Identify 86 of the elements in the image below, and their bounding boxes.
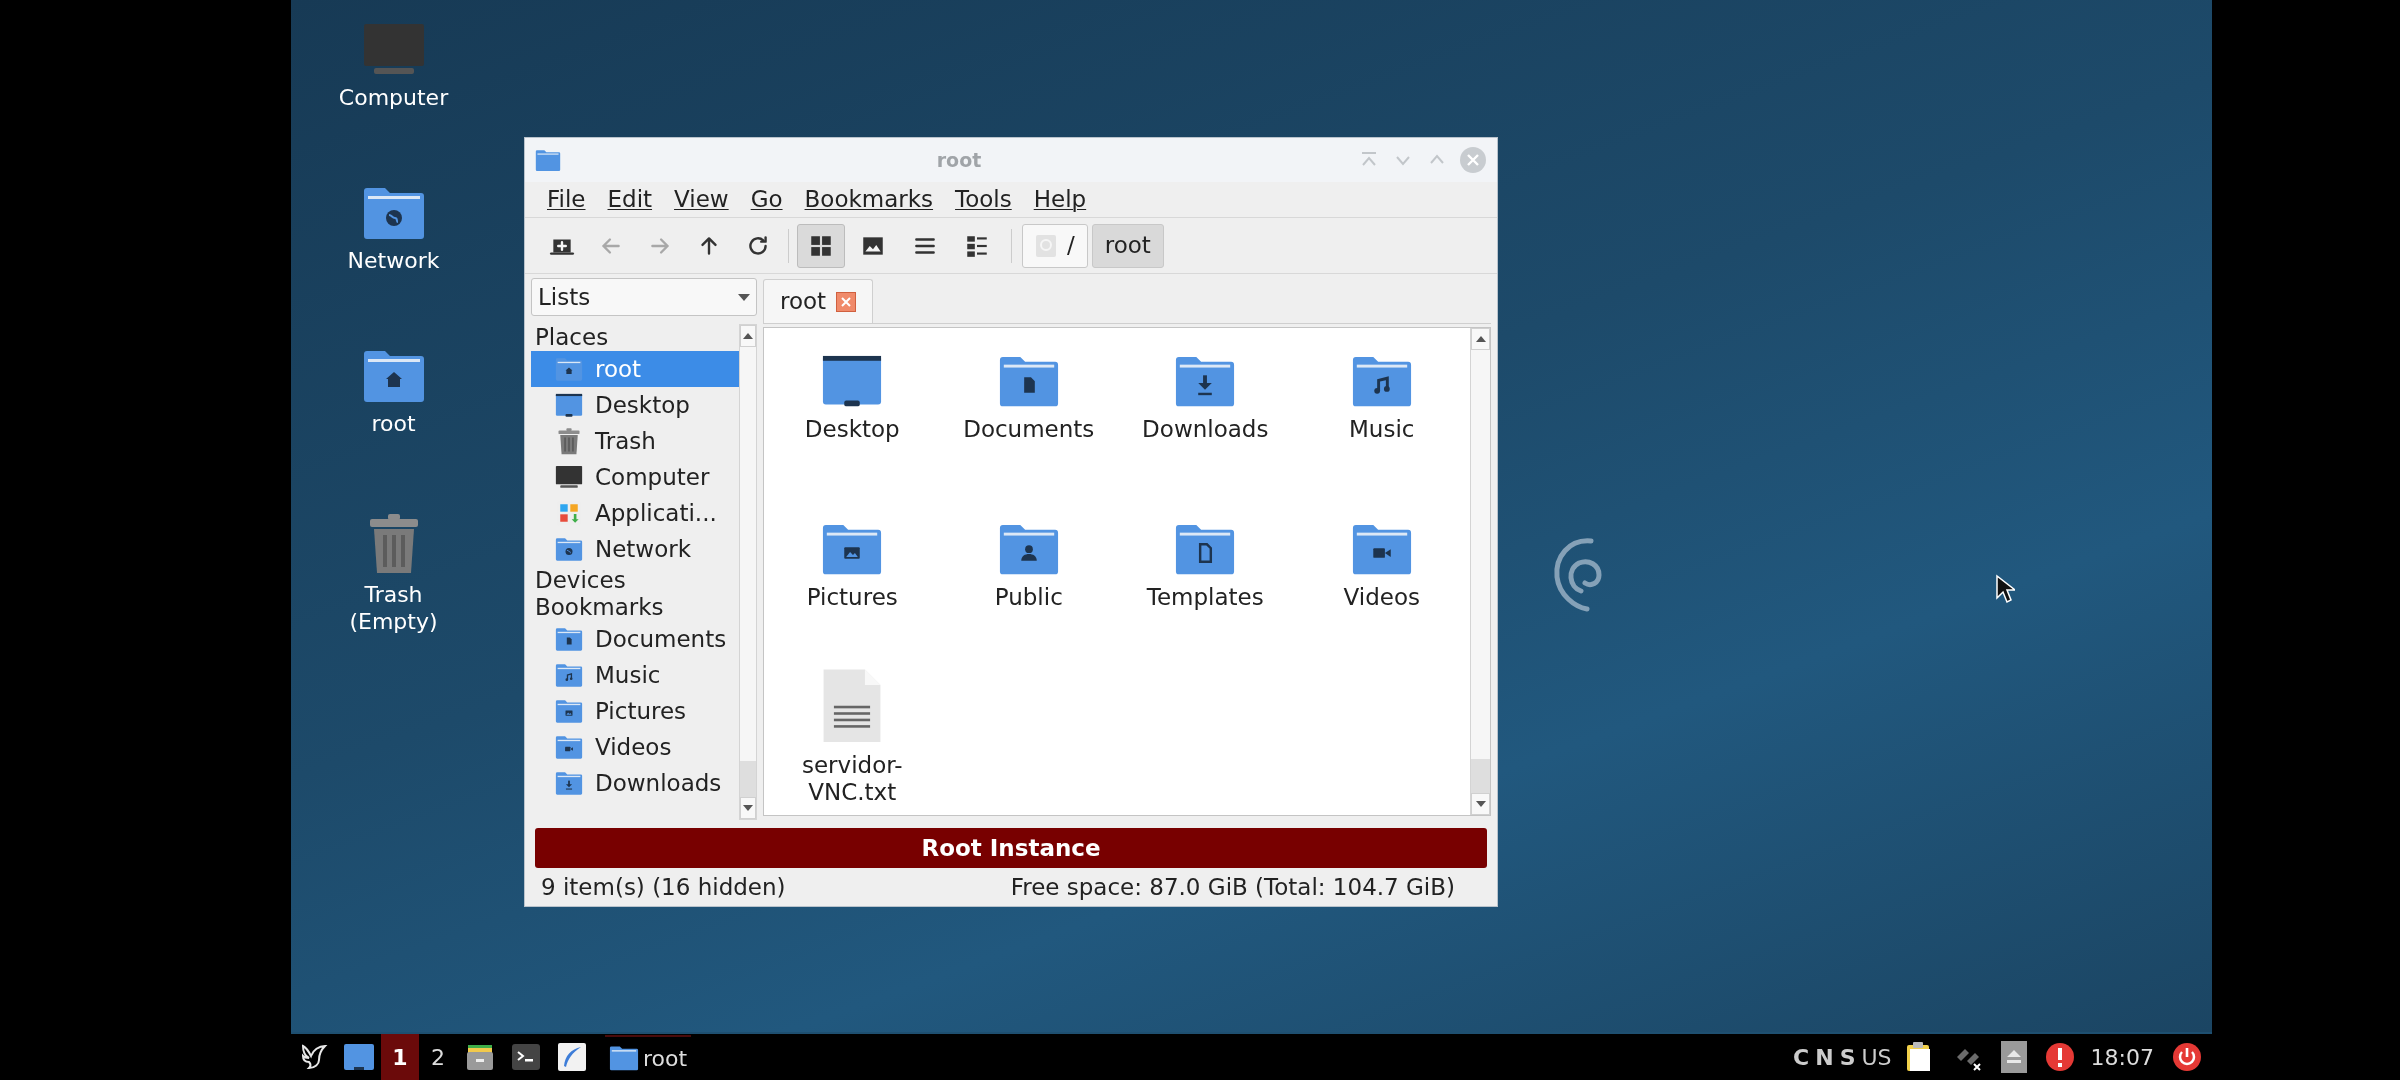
- close-tab-icon[interactable]: [836, 291, 857, 312]
- home-folder-icon: [361, 348, 426, 404]
- sidebar-item[interactable]: Network: [531, 531, 739, 567]
- desktop-icon-label[interactable]: Trash (Empty): [349, 581, 438, 635]
- scrollbar-thumb[interactable]: [740, 761, 756, 797]
- folder-icon: [555, 662, 583, 688]
- eject-icon[interactable]: [2000, 1041, 2027, 1073]
- menu-item[interactable]: Go: [740, 182, 793, 217]
- folder-item[interactable]: Downloads: [1117, 338, 1294, 443]
- workspace-button[interactable]: 1: [381, 1034, 419, 1080]
- sidebar-section-header: Devices: [534, 567, 627, 594]
- scroll-arrow-icon: [742, 804, 754, 812]
- scroll-arrow-icon: [1474, 800, 1487, 808]
- folder-icon: [555, 698, 583, 724]
- show-desktop-icon[interactable]: [343, 1043, 375, 1071]
- power-icon[interactable]: [2172, 1042, 2202, 1072]
- item-count-status: 9 item(s) (16 hidden): [541, 872, 786, 902]
- scrollbar-thumb[interactable]: [1471, 759, 1490, 793]
- menu-item[interactable]: Tools: [945, 182, 1022, 217]
- folder-item[interactable]: Templates: [1117, 506, 1294, 611]
- sidebar-item[interactable]: Documents: [531, 621, 739, 657]
- folder-icon: [555, 770, 583, 796]
- alert-icon[interactable]: [2044, 1042, 2075, 1072]
- menu-item[interactable]: Edit: [597, 182, 663, 217]
- sidebar-scrollbar[interactable]: [739, 324, 757, 820]
- scroll-down-button[interactable]: [740, 797, 756, 819]
- path-segment-button[interactable]: root: [1091, 223, 1164, 268]
- sidebar-item[interactable]: Downloads: [531, 765, 739, 801]
- document-item[interactable]: servidor-VNC.txt: [764, 674, 941, 806]
- path-segment-button[interactable]: /: [1022, 223, 1088, 268]
- window-folder-icon: [535, 148, 561, 172]
- folder-item[interactable]: Pictures: [764, 506, 941, 611]
- scroll-down-button[interactable]: [1471, 793, 1490, 815]
- view-mode-button[interactable]: [797, 223, 845, 268]
- window-title: root: [935, 147, 983, 173]
- sidebar-section-header: Bookmarks: [534, 594, 665, 621]
- tab[interactable]: root: [763, 279, 874, 323]
- sidebar-item[interactable]: Desktop: [531, 387, 739, 423]
- feather-editor-icon[interactable]: [557, 1042, 587, 1072]
- sidebar-item[interactable]: Trash: [531, 423, 739, 459]
- folder-item[interactable]: Desktop: [764, 338, 941, 443]
- sidebar-item[interactable]: Music: [531, 657, 739, 693]
- menu-item[interactable]: File: [537, 182, 596, 217]
- monitor-icon: [555, 464, 583, 490]
- free-space-status: Free space: 87.0 GiB (Total: 104.7 GiB): [1010, 872, 1455, 902]
- desktop-icon-label[interactable]: root: [371, 410, 416, 437]
- menu-item[interactable]: Help: [1023, 182, 1097, 217]
- network-folder-icon: [555, 536, 583, 562]
- desktop-icon: [555, 392, 583, 418]
- workspace-button[interactable]: 2: [419, 1034, 457, 1080]
- sidebar-item[interactable]: Applicati...: [531, 495, 739, 531]
- dropdown-caret-icon: [738, 293, 750, 301]
- scroll-up-button[interactable]: [1471, 328, 1490, 350]
- sidebar-item[interactable]: Pictures: [531, 693, 739, 729]
- keyboard-indicator: C: [1792, 1043, 1811, 1072]
- side-pane-dropdown[interactable]: Lists: [531, 278, 757, 316]
- file-view-scrollbar[interactable]: [1470, 328, 1490, 815]
- folder-icon: [555, 626, 583, 652]
- root-instance-banner: Root Instance: [535, 828, 1487, 868]
- home-folder-icon: [555, 356, 583, 382]
- network-folder-icon: [361, 185, 426, 241]
- folder-icon: [609, 1044, 639, 1072]
- sidebar-item[interactable]: Videos: [531, 729, 739, 765]
- keyboard-indicator: S: [1838, 1043, 1857, 1072]
- terminal-icon[interactable]: [511, 1043, 541, 1071]
- folder-item[interactable]: Music: [1293, 338, 1470, 443]
- folder-item[interactable]: Documents: [940, 338, 1117, 443]
- folder-item[interactable]: Videos: [1293, 506, 1470, 611]
- sidebar-section-header: Places: [534, 324, 610, 351]
- file-cabinet-icon[interactable]: [465, 1042, 495, 1072]
- folder-item[interactable]: Public: [940, 506, 1117, 611]
- desktop-icon: [821, 353, 884, 408]
- desktop-icon-label[interactable]: Network: [347, 247, 440, 274]
- menu-item[interactable]: View: [664, 182, 739, 217]
- keyboard-indicator: US: [1860, 1043, 1893, 1072]
- scroll-up-button[interactable]: [740, 325, 756, 347]
- menu-item[interactable]: Bookmarks: [794, 182, 944, 217]
- sidebar-item[interactable]: Computer: [531, 459, 739, 495]
- folder-icon: [555, 734, 583, 760]
- taskbar-window-button[interactable]: root: [605, 1035, 692, 1079]
- scroll-arrow-icon: [742, 332, 754, 340]
- clock[interactable]: 18:07: [2082, 1040, 2162, 1074]
- mouse-pointer-icon: [1995, 574, 2015, 604]
- desktop-icon-label[interactable]: Computer: [338, 84, 449, 111]
- keyboard-indicator: N: [1814, 1043, 1835, 1072]
- scroll-arrow-icon: [1474, 335, 1487, 343]
